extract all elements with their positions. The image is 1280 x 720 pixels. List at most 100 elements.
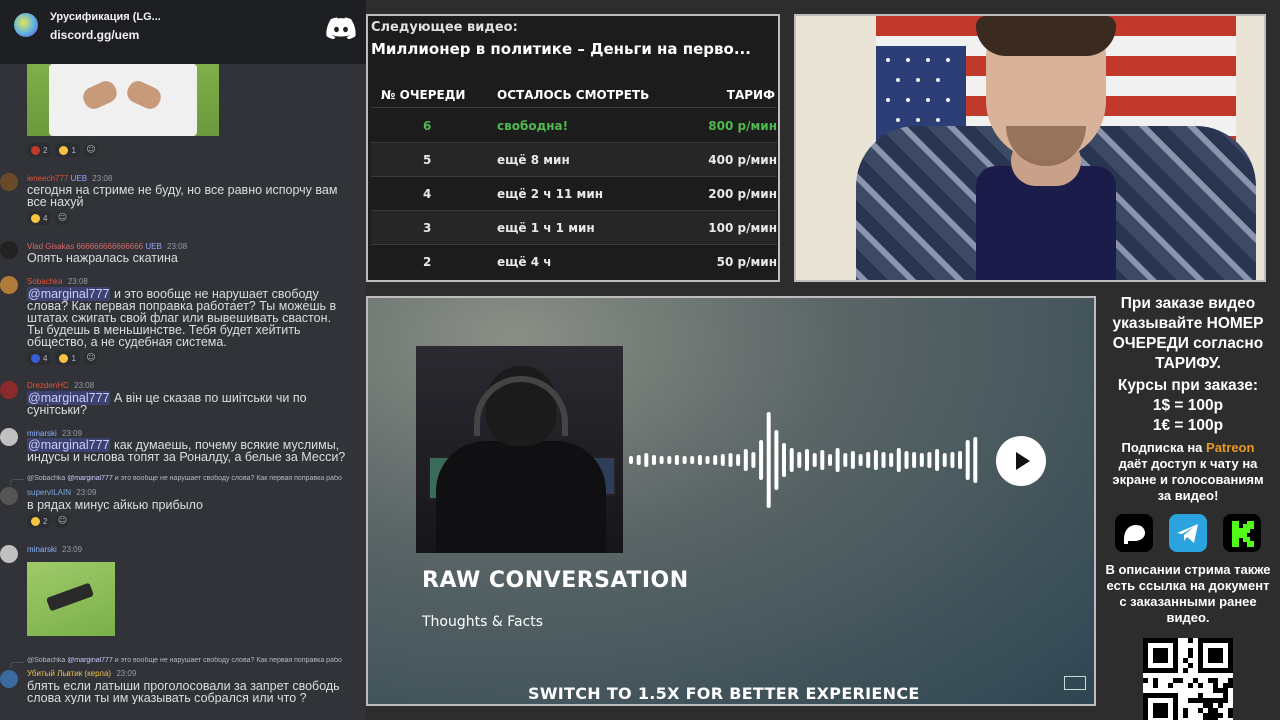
waveform-bar	[743, 449, 748, 471]
info-line: При заказе видео	[1120, 295, 1256, 312]
avatar[interactable]	[0, 173, 18, 191]
timestamp: 23:09	[62, 545, 83, 554]
message-line: общество, а не судебная система.	[27, 335, 227, 349]
timestamp: 23:08	[67, 277, 88, 286]
streamer-hair	[976, 16, 1116, 56]
username[interactable]: Vlad Gisakas 666666666666666	[27, 242, 143, 251]
server-invite-link[interactable]: discord.gg/uem	[50, 28, 139, 42]
reaction[interactable]: 1	[55, 351, 80, 365]
reply-text: и это вообще не нарушает свободу слова? …	[112, 657, 342, 664]
server-icon[interactable]	[14, 13, 38, 37]
reaction[interactable]: 1	[55, 143, 80, 157]
waveform-bar	[958, 451, 962, 469]
telegram-icon[interactable]	[1169, 514, 1207, 552]
avatar[interactable]	[0, 545, 18, 563]
message-author[interactable]: minarski 23:09	[27, 429, 82, 438]
user-mention: @marginal777	[67, 657, 113, 664]
audio-waveform-icon	[629, 412, 978, 508]
message-text: @marginal777 А він це сказав по шиітськи…	[27, 391, 307, 417]
watermark-logo	[1064, 676, 1086, 690]
reply-text: и это вообще не нарушает свободу слова? …	[112, 475, 342, 482]
message-author[interactable]: Убитый Львтик (керла) 23:09	[27, 669, 136, 678]
avatar[interactable]	[0, 276, 18, 294]
waveform-bar	[858, 454, 863, 466]
reaction-row: 4 ☺	[27, 211, 70, 225]
message-author[interactable]: minarski 23:09	[27, 545, 82, 554]
time-left: ещё 4 ч	[497, 255, 552, 269]
queue-number: 5	[423, 153, 432, 167]
username[interactable]: Sobachka	[27, 277, 63, 286]
waveform-bar	[682, 456, 687, 464]
qr-code-icon[interactable]	[1143, 638, 1233, 720]
waveform-bar	[904, 451, 909, 469]
queue-number: 3	[423, 221, 432, 235]
time-left: свободна!	[497, 119, 569, 133]
social-icons	[1096, 514, 1280, 552]
patreon-link[interactable]: Patreon	[1206, 440, 1254, 455]
waveform-bar	[973, 437, 978, 483]
discord-header: Урусификация (LG... discord.gg/uem	[0, 0, 366, 64]
reaction-count: 4	[43, 213, 48, 223]
waveform-bar	[720, 454, 725, 466]
message-author[interactable]: supervILAIN 23:09	[27, 488, 96, 497]
reaction[interactable]: 4	[27, 351, 52, 365]
reaction[interactable]: 4	[27, 211, 52, 225]
avatar[interactable]	[0, 487, 18, 505]
username[interactable]: Убитый Львтик (керла)	[27, 669, 111, 678]
add-reaction-icon[interactable]: ☺	[83, 143, 98, 157]
info-line: указывайте НОМЕР	[1112, 315, 1264, 332]
waveform-bar	[828, 454, 832, 466]
rate-usd: 1$ = 100р	[1152, 397, 1224, 414]
main-video-player[interactable]: RAW CONVERSATION Thoughts & Facts SWITCH…	[366, 296, 1096, 706]
avatar[interactable]	[0, 241, 18, 259]
username[interactable]: minarski	[27, 545, 57, 554]
waveform-bar	[889, 453, 894, 467]
message-text: сегодня на стриме не буду, но все равно …	[27, 184, 337, 209]
timestamp: 23:09	[76, 488, 97, 497]
add-reaction-icon[interactable]: ☺	[83, 351, 98, 365]
waveform-bar	[667, 456, 672, 464]
reply-preview[interactable]: @Sobachka @marginal777 и это вообще не н…	[27, 657, 365, 664]
waveform-bar	[636, 455, 641, 465]
header-time-left: ОСТАЛОСЬ СМОТРЕТЬ	[497, 88, 650, 102]
chat-image-attachment[interactable]	[27, 562, 115, 636]
chat-image-attachment[interactable]	[27, 64, 219, 136]
waveform-bar	[674, 455, 679, 465]
queue-row: 3 ещё 1 ч 1 мин 100 р/мин	[371, 211, 777, 245]
avatar[interactable]	[0, 670, 18, 688]
reaction[interactable]: 2	[27, 514, 52, 528]
message-text: в рядах минус айкью прибыло	[27, 498, 203, 512]
patreon-icon[interactable]	[1115, 514, 1153, 552]
play-icon[interactable]	[1016, 452, 1030, 470]
avatar[interactable]	[0, 381, 18, 399]
waveform-bar	[659, 456, 664, 464]
role-badge: UEB	[70, 174, 88, 183]
message-text: блять если латыши проголосовали за запре…	[27, 680, 366, 704]
username[interactable]: minarski	[27, 429, 57, 438]
queue-row: 4 ещё 2 ч 11 мин 200 р/мин	[371, 177, 777, 211]
username[interactable]: DrezdenHC	[27, 381, 69, 390]
order-info-panel: При заказе видео указывайте НОМЕР ОЧЕРЕД…	[1096, 290, 1280, 720]
username[interactable]: supervILAIN	[27, 488, 71, 497]
message-author[interactable]: ieneech777 UEB 23:08	[27, 174, 112, 183]
waveform-bar	[873, 450, 878, 470]
message-line: сунітськи?	[27, 403, 87, 417]
message-text: Опять нажралась скатина	[27, 251, 178, 265]
username[interactable]: ieneech777	[27, 174, 68, 183]
kick-icon[interactable]	[1223, 514, 1261, 552]
message-author[interactable]: DrezdenHC 23:08	[27, 381, 94, 390]
waveform-bar	[942, 453, 947, 467]
waveform-bar	[805, 449, 809, 471]
message-text: @marginal777 и это вообще не нарушает св…	[27, 287, 365, 349]
reaction-count: 1	[71, 353, 76, 363]
add-reaction-icon[interactable]: ☺	[55, 514, 70, 528]
reply-preview[interactable]: @Sobachka @marginal777 и это вообще не н…	[27, 475, 365, 482]
video-queue-panel: Следующее видео: Миллионер в политике – …	[366, 14, 780, 282]
video-caption: SWITCH TO 1.5X FOR BETTER EXPERIENCE	[528, 684, 920, 703]
avatar[interactable]	[0, 428, 18, 446]
next-video-label: Следующее видео:	[371, 20, 518, 35]
message-author[interactable]: Vlad Gisakas 666666666666666 UEB 23:08	[27, 242, 187, 251]
add-reaction-icon[interactable]: ☺	[55, 211, 70, 225]
reaction[interactable]: 2	[27, 143, 52, 157]
message-author[interactable]: Sobachka 23:08	[27, 277, 88, 286]
